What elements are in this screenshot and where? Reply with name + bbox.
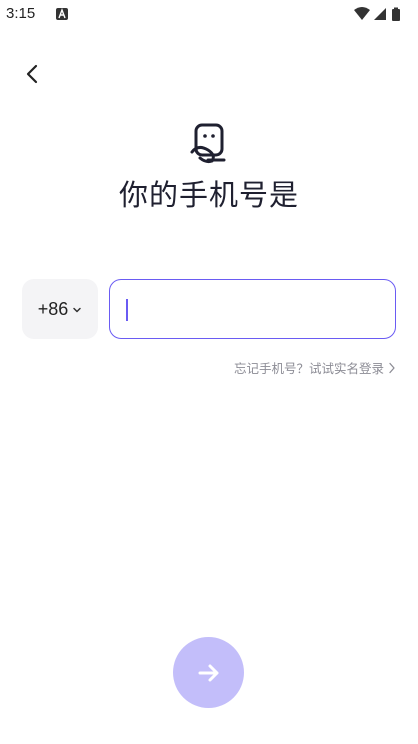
country-code-value: +86 — [37, 298, 69, 319]
arrow-right-icon — [198, 664, 218, 681]
page-title: 你的手机号是 — [118, 178, 299, 212]
chevron-right-icon — [389, 362, 395, 373]
forgot-phone-link[interactable]: 忘记手机号？试试实名登录 — [234, 358, 396, 377]
country-code-selector[interactable]: +86 — [22, 279, 98, 339]
phone-number-input[interactable] — [122, 290, 382, 328]
text-cursor — [126, 299, 128, 321]
status-time: 3:15 — [6, 5, 36, 22]
app-logo-icon — [190, 123, 226, 164]
status-bar: 3:15 — [0, 0, 418, 30]
chevron-left-icon — [26, 64, 38, 84]
a-letter-icon — [56, 8, 68, 20]
back-button[interactable] — [16, 58, 48, 90]
battery-icon — [392, 7, 400, 21]
wifi-icon — [354, 7, 370, 20]
forgot-phone-link-label: 忘记手机号？试试实名登录 — [233, 361, 384, 376]
phone-input-container[interactable] — [109, 279, 396, 339]
status-icons — [354, 7, 400, 21]
next-button[interactable] — [173, 637, 244, 708]
phone-login-screen: 3:15 你的手机号是 +86 忘记手机号？试试实名登录 — [0, 0, 418, 744]
cell-signal-icon — [374, 8, 386, 20]
chevron-down-icon — [73, 307, 82, 313]
